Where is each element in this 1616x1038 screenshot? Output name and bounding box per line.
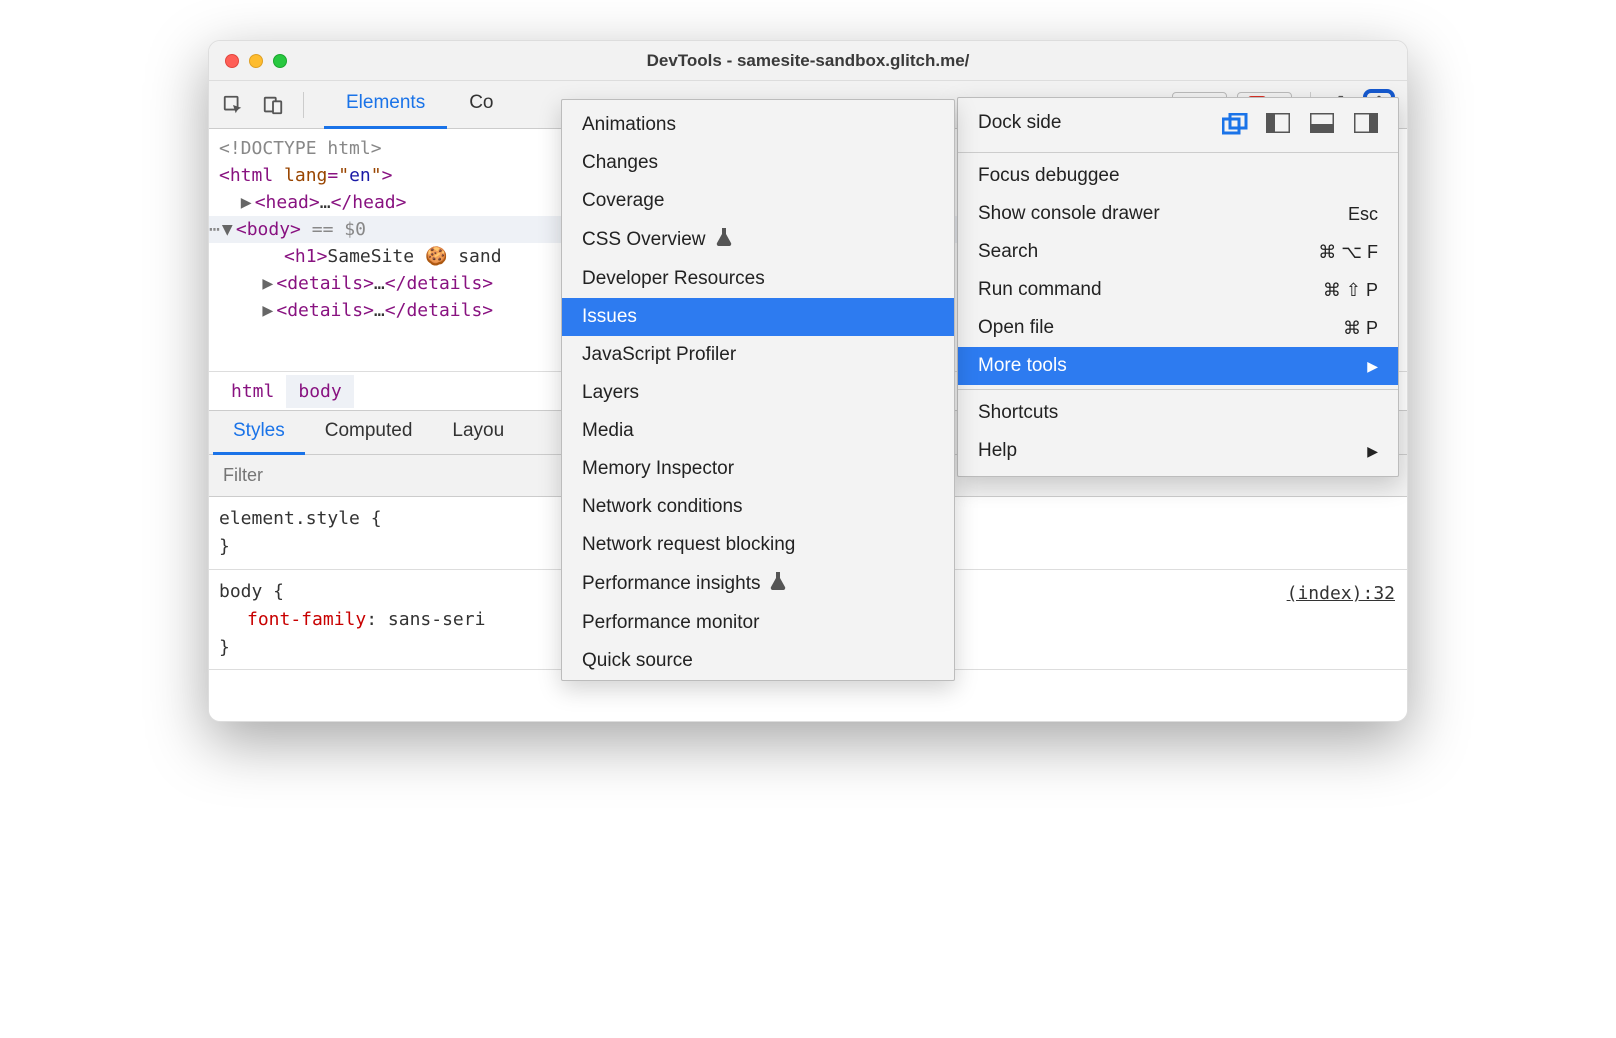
- menu-item-label: Memory Inspector: [582, 458, 734, 480]
- menu-item-show-console-drawer[interactable]: Show console drawer Esc: [958, 195, 1398, 233]
- subtab-layout-partial[interactable]: Layou: [432, 411, 524, 455]
- cookie-icon: 🍪: [425, 243, 447, 270]
- inspect-element-icon[interactable]: [215, 87, 251, 123]
- menu-item-label: Open file: [978, 317, 1054, 339]
- menu-item-focus-debuggee[interactable]: Focus debuggee: [958, 157, 1398, 195]
- menu-item-label: Network conditions: [582, 496, 743, 518]
- submenu-item-quick-source[interactable]: Quick source: [562, 642, 954, 680]
- dock-undock-icon[interactable]: [1222, 113, 1246, 133]
- submenu-item-layers[interactable]: Layers: [562, 374, 954, 412]
- tab-console-partial[interactable]: Co: [447, 81, 515, 129]
- source-link[interactable]: (index):32: [1287, 580, 1395, 608]
- submenu-item-media[interactable]: Media: [562, 412, 954, 450]
- menu-item-label: Help: [978, 440, 1017, 462]
- menu-item-search[interactable]: Search ⌘ ⌥ F: [958, 233, 1398, 271]
- beaker-icon: [770, 572, 786, 596]
- menu-item-shortcut: Esc: [1348, 204, 1378, 225]
- titlebar: DevTools - samesite-sandbox.glitch.me/: [209, 41, 1407, 81]
- submenu-item-network-request-blocking[interactable]: Network request blocking: [562, 526, 954, 564]
- crumb-body[interactable]: body: [286, 375, 353, 408]
- menu-item-shortcuts[interactable]: Shortcuts: [958, 394, 1398, 432]
- submenu-arrow-icon: ▶: [1367, 358, 1378, 375]
- submenu-item-changes[interactable]: Changes: [562, 144, 954, 182]
- beaker-icon: [716, 228, 732, 252]
- menu-item-label: More tools: [978, 355, 1067, 377]
- menu-item-label: Performance insights: [582, 573, 760, 595]
- menu-item-label: Show console drawer: [978, 203, 1160, 225]
- menu-item-label: Focus debuggee: [978, 165, 1120, 187]
- submenu-item-memory-inspector[interactable]: Memory Inspector: [562, 450, 954, 488]
- main-menu: Dock side Focus debuggee Show console dra…: [957, 97, 1399, 477]
- device-toggle-icon[interactable]: [255, 87, 291, 123]
- close-window-icon[interactable]: [225, 54, 239, 68]
- dock-side-row: Dock side: [958, 98, 1398, 148]
- menu-item-shortcut: ⌘ ⇧ P: [1323, 280, 1378, 301]
- menu-separator: [958, 389, 1398, 390]
- menu-item-label: Search: [978, 241, 1038, 263]
- menu-item-label: Performance monitor: [582, 612, 759, 634]
- menu-item-run-command[interactable]: Run command ⌘ ⇧ P: [958, 271, 1398, 309]
- submenu-item-animations[interactable]: Animations: [562, 106, 954, 144]
- dock-left-icon[interactable]: [1266, 113, 1290, 133]
- subtab-computed[interactable]: Computed: [305, 411, 433, 455]
- menu-item-shortcut: ⌘ ⌥ F: [1318, 242, 1378, 263]
- submenu-item-performance-monitor[interactable]: Performance monitor: [562, 604, 954, 642]
- dom-doctype: <!DOCTYPE html>: [219, 138, 382, 159]
- menu-item-label: Network request blocking: [582, 534, 795, 556]
- submenu-item-performance-insights[interactable]: Performance insights: [562, 564, 954, 604]
- traffic-lights: [209, 54, 287, 68]
- subtab-styles[interactable]: Styles: [213, 411, 305, 455]
- crumb-html[interactable]: html: [219, 375, 286, 408]
- menu-item-open-file[interactable]: Open file ⌘ P: [958, 309, 1398, 347]
- menu-item-label: JavaScript Profiler: [582, 344, 736, 366]
- tab-elements[interactable]: Elements: [324, 81, 447, 129]
- menu-item-label: Coverage: [582, 190, 664, 212]
- submenu-arrow-icon: ▶: [1367, 443, 1378, 460]
- menu-item-label: Layers: [582, 382, 639, 404]
- devtools-window: DevTools - samesite-sandbox.glitch.me/ E…: [208, 40, 1408, 722]
- panel-tabs: Elements Co: [324, 81, 516, 129]
- more-tools-submenu: Animations Changes Coverage CSS Overview Dev…: [561, 99, 955, 681]
- dock-bottom-icon[interactable]: [1310, 113, 1334, 133]
- menu-item-label: Issues: [582, 306, 637, 328]
- minimize-window-icon[interactable]: [249, 54, 263, 68]
- menu-item-label: CSS Overview: [582, 229, 706, 251]
- maximize-window-icon[interactable]: [273, 54, 287, 68]
- toolbar-divider: [303, 92, 304, 118]
- menu-item-label: Developer Resources: [582, 268, 765, 290]
- menu-item-more-tools[interactable]: More tools ▶: [958, 347, 1398, 385]
- menu-item-label: Run command: [978, 279, 1102, 301]
- menu-item-label: Media: [582, 420, 634, 442]
- submenu-item-developer-resources[interactable]: Developer Resources: [562, 260, 954, 298]
- submenu-item-javascript-profiler[interactable]: JavaScript Profiler: [562, 336, 954, 374]
- menu-item-label: Quick source: [582, 650, 693, 672]
- menu-item-help[interactable]: Help ▶: [958, 432, 1398, 470]
- submenu-item-issues[interactable]: Issues: [562, 298, 954, 336]
- submenu-item-coverage[interactable]: Coverage: [562, 182, 954, 220]
- dock-right-icon[interactable]: [1354, 113, 1378, 133]
- menu-item-label: Animations: [582, 114, 676, 136]
- menu-item-label: Changes: [582, 152, 658, 174]
- submenu-item-network-conditions[interactable]: Network conditions: [562, 488, 954, 526]
- window-title: DevTools - samesite-sandbox.glitch.me/: [209, 51, 1407, 71]
- menu-item-shortcut: ⌘ P: [1343, 318, 1378, 339]
- menu-separator: [958, 152, 1398, 153]
- submenu-item-css-overview[interactable]: CSS Overview: [562, 220, 954, 260]
- menu-item-label: Shortcuts: [978, 402, 1058, 424]
